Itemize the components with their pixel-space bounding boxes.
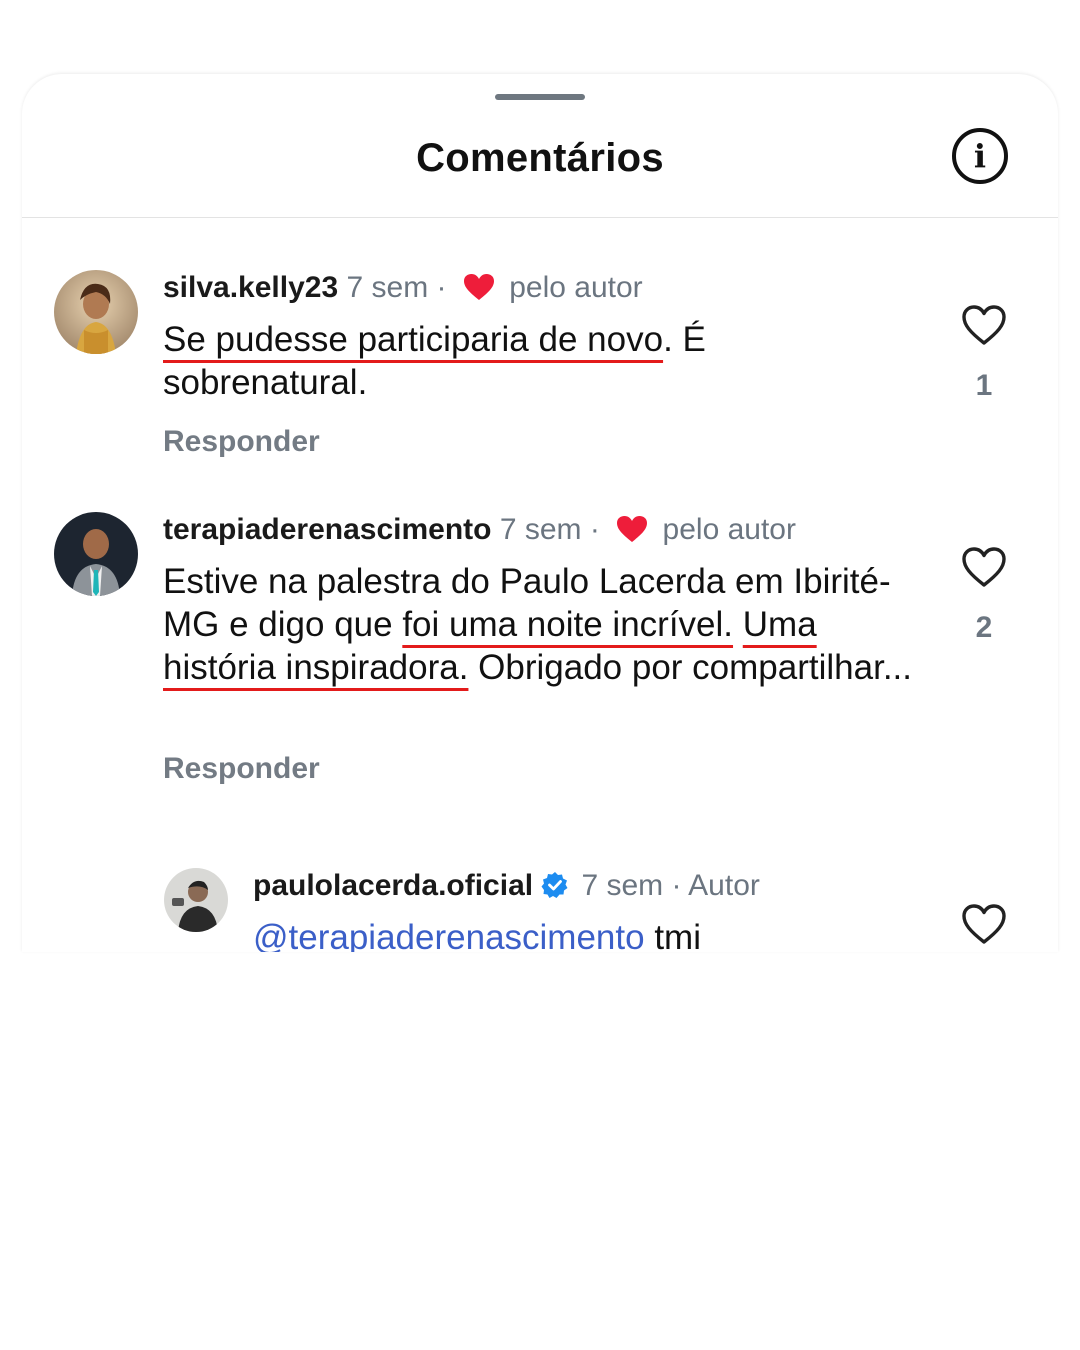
avatar[interactable] — [164, 868, 228, 932]
liked-by-author-label: pelo autor — [662, 513, 796, 546]
avatar[interactable] — [54, 512, 138, 596]
comment-text-part: Obrigado por compartilhar... — [468, 648, 912, 687]
like-heart-icon[interactable] — [961, 903, 1007, 945]
comment-meta: silva.kelly23 7 sem · pelo autor — [163, 270, 643, 306]
comments-sheet: Comentários i silva.kelly23 7 sem · pelo… — [22, 74, 1058, 952]
sheet-grabber-handle[interactable] — [495, 94, 585, 100]
comment-username[interactable]: terapiaderenascimento — [163, 513, 491, 546]
comment-text-rest: tmi — [644, 918, 701, 952]
highlighted-text: Se pudesse participaria de novo — [163, 320, 664, 359]
like-count: 1 — [975, 369, 993, 402]
comment-time: 7 sem — [346, 271, 429, 304]
avatar[interactable] — [54, 270, 138, 354]
reply-button[interactable]: Responder — [163, 425, 320, 459]
meta-separator: · — [671, 869, 682, 902]
comment-username[interactable]: paulolacerda.oficial — [253, 869, 533, 902]
header-divider — [22, 217, 1058, 218]
highlighted-text: foi uma noite incrível. — [402, 605, 734, 644]
reply-button[interactable]: Responder — [163, 752, 320, 786]
like-heart-icon[interactable] — [961, 304, 1007, 346]
like-count: 2 — [975, 611, 993, 644]
verified-badge-icon — [541, 872, 568, 899]
comment-meta: paulolacerda.oficial 7 sem · Autor — [253, 868, 760, 904]
comment-text: Estive na palestra do Paulo Lacerda em I… — [163, 560, 918, 689]
info-button[interactable]: i — [952, 128, 1008, 184]
sheet-title: Comentários — [416, 136, 664, 180]
comment-time: 7 sem — [581, 869, 664, 902]
comment-time: 7 sem — [499, 513, 582, 546]
meta-separator: · — [436, 271, 447, 304]
like-heart-icon[interactable] — [961, 546, 1007, 588]
author-label: Autor — [688, 869, 760, 902]
mention-link[interactable]: @terapiaderenascimento — [253, 918, 645, 952]
liked-by-author-heart-icon — [463, 274, 494, 301]
comment-username[interactable]: silva.kelly23 — [163, 271, 338, 304]
info-circle-icon: i — [973, 137, 987, 175]
liked-by-author-heart-icon — [617, 516, 648, 543]
comment-text: Se pudesse participaria de novo. É sobre… — [163, 318, 903, 404]
liked-by-author-label: pelo autor — [509, 271, 643, 304]
meta-separator: · — [589, 513, 600, 546]
comment-text: @terapiaderenascimento tmi — [253, 916, 933, 952]
comment-meta: terapiaderenascimento 7 sem · pelo autor — [163, 512, 796, 548]
